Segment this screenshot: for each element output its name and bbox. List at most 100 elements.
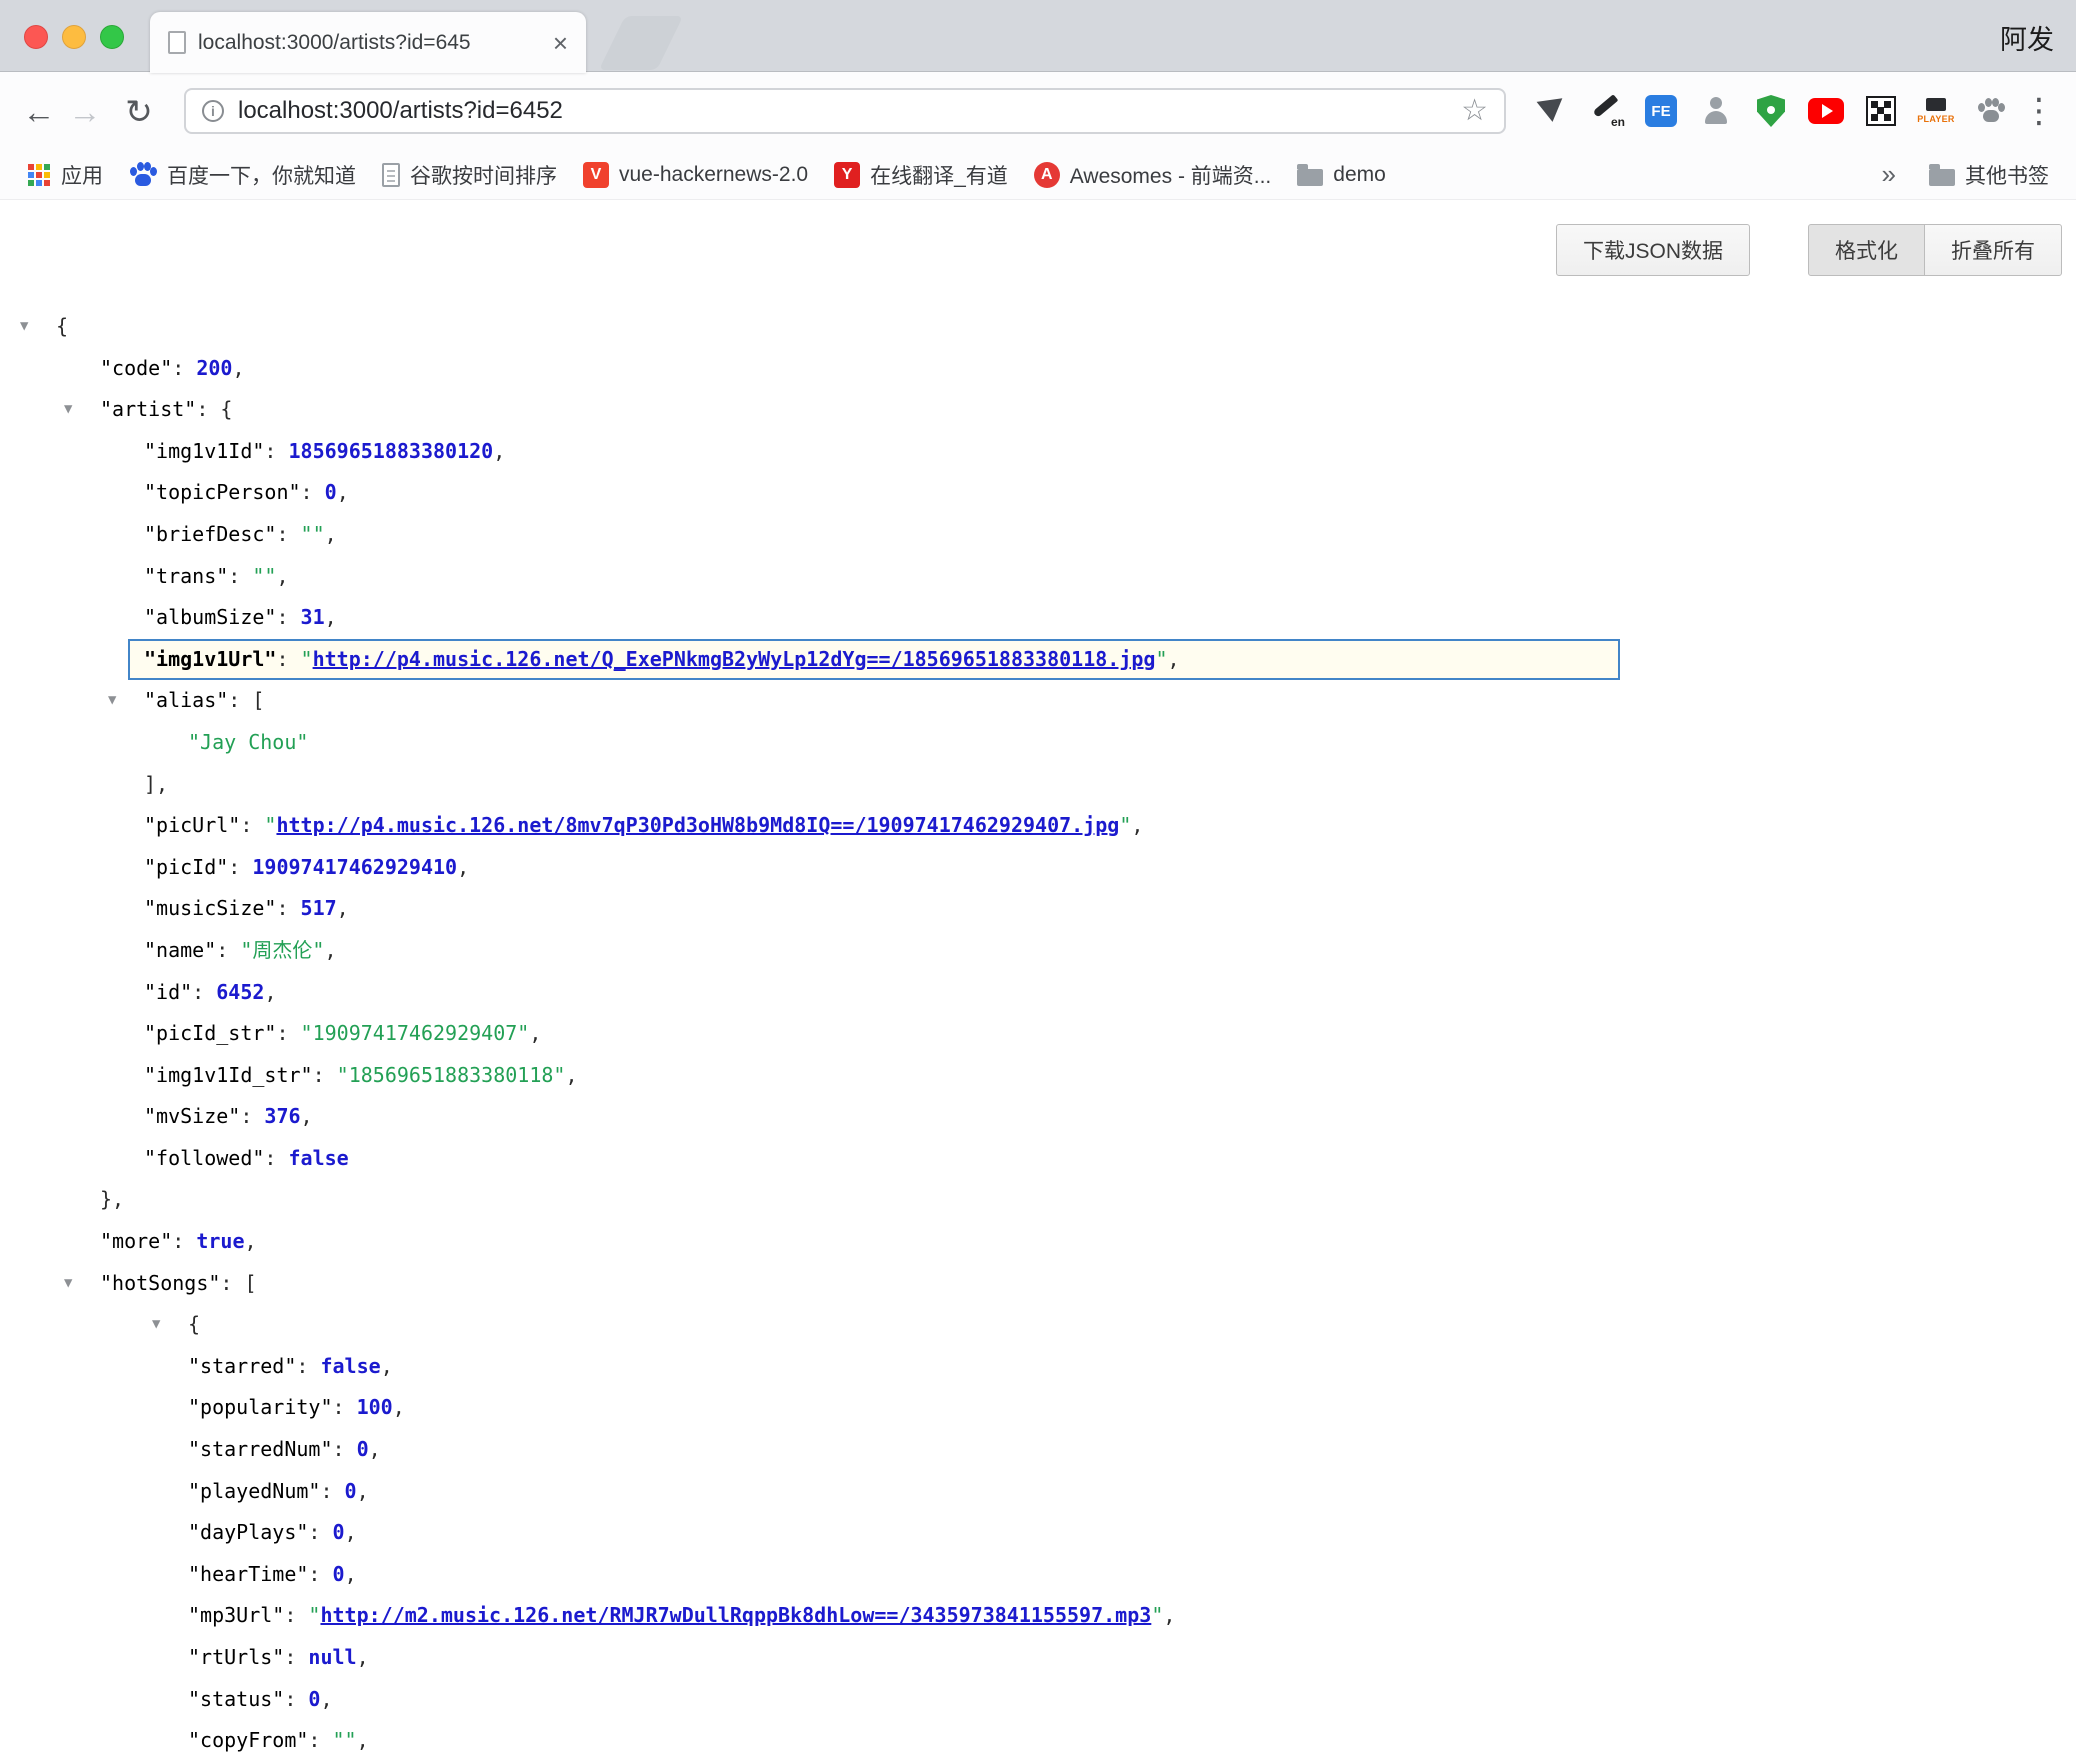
bookmarks-overflow-button[interactable]: » (1862, 159, 1916, 190)
bookmark-item[interactable]: Y在线翻译_有道 (821, 150, 1021, 199)
new-tab-button[interactable] (599, 16, 683, 70)
chrome-menu-button[interactable]: ⋮ (2022, 91, 2054, 131)
json-line-content: "mvSize": 376, (144, 1104, 313, 1128)
back-button[interactable]: ← (16, 95, 62, 128)
collapse-toggle-icon[interactable]: ▼ (64, 389, 72, 431)
shield-icon (1757, 95, 1785, 127)
download-json-button[interactable]: 下载JSON数据 (1556, 224, 1750, 276)
bookmark-item[interactable]: 百度一下，你就知道 (116, 150, 369, 199)
url-text[interactable]: localhost:3000/artists?id=6452 (238, 97, 563, 125)
letter-badge-icon: Y (834, 162, 860, 188)
json-line-content: "rtUrls": null, (188, 1645, 369, 1669)
forward-button[interactable]: → (62, 95, 108, 128)
json-line-content: "hearTime": 0, (188, 1562, 357, 1586)
extensions-row: en FE PLAYER (1532, 92, 2010, 130)
json-line: ▼{ (0, 306, 2076, 348)
json-line-content: "status": 0, (188, 1687, 333, 1711)
json-line-content: "trans": "", (144, 564, 289, 588)
collapse-all-button[interactable]: 折叠所有 (1924, 224, 2062, 276)
close-window-button[interactable] (24, 25, 48, 49)
profile-name[interactable]: 阿发 (2000, 18, 2054, 57)
bookmarks-list: 应用百度一下，你就知道谷歌按时间排序Vvue-hackernews-2.0Y在线… (14, 150, 1399, 199)
fe-extension-button[interactable]: FE (1642, 92, 1680, 130)
zoom-window-button[interactable] (100, 25, 124, 49)
json-line: "picUrl": "http://p4.music.126.net/8mv7q… (0, 805, 2076, 847)
other-bookmarks-button[interactable]: 其他书签 (1916, 160, 2062, 190)
bookmark-item[interactable]: demo (1284, 150, 1399, 199)
profile-extension-button[interactable] (1697, 92, 1735, 130)
bookmark-item[interactable]: A Awesomes - 前端资... (1021, 150, 1285, 199)
youdao-dict-extension-button[interactable]: en (1587, 92, 1625, 130)
json-line-content: "musicSize": 517, (144, 896, 349, 920)
json-line: "topicPerson": 0, (0, 472, 2076, 514)
collapse-toggle-icon[interactable]: ▼ (152, 1304, 160, 1346)
document-icon (382, 163, 400, 187)
json-line: "picId_str": "19097417462929407", (0, 1013, 2076, 1055)
json-url-link[interactable]: http://p4.music.126.net/Q_ExePNkmgB2yWyL… (313, 647, 1156, 671)
apps-grid-icon (27, 163, 51, 187)
json-line-content: "hotSongs": [ (100, 1271, 257, 1295)
json-line: "starred": false, (0, 1346, 2076, 1388)
json-line-content: "starredNum": 0, (188, 1437, 381, 1461)
collapse-toggle-icon[interactable]: ▼ (20, 306, 28, 348)
qr-code-extension-button[interactable] (1862, 92, 1900, 130)
collapse-toggle-icon[interactable]: ▼ (64, 1263, 72, 1305)
json-line-content: "picUrl": "http://p4.music.126.net/8mv7q… (144, 813, 1143, 837)
address-bar[interactable]: localhost:3000/artists?id=6452 ☆ (184, 88, 1506, 134)
pen-en-label: en (1611, 115, 1625, 129)
json-line: "img1v1Id": 18569651883380120, (0, 431, 2076, 473)
bookmark-star-icon[interactable]: ☆ (1461, 96, 1488, 126)
pen-icon: en (1588, 93, 1624, 129)
json-line-content: }, (100, 1187, 124, 1211)
json-line: "more": true, (0, 1221, 2076, 1263)
youtube-extension-button[interactable] (1807, 92, 1845, 130)
json-url-link[interactable]: http://m2.music.126.net/RMJR7wDullRqppBk… (320, 1603, 1151, 1627)
json-line: ▼{ (0, 1304, 2076, 1346)
letter-round-icon: A (1034, 162, 1060, 188)
json-line: "followed": false (0, 1138, 2076, 1180)
collapse-toggle-icon[interactable]: ▼ (108, 680, 116, 722)
bookmark-item[interactable]: 应用 (14, 150, 116, 199)
tab-close-icon[interactable]: × (553, 30, 568, 56)
vimium-extension-button[interactable] (1532, 92, 1570, 130)
bookmark-label: 应用 (61, 160, 103, 190)
player-label: PLAYER (1917, 114, 1954, 124)
vimium-icon (1537, 98, 1566, 123)
youtube-play-icon (1808, 98, 1844, 124)
json-line: "picId": 19097417462929410, (0, 847, 2076, 889)
bookmark-item[interactable]: Vvue-hackernews-2.0 (570, 150, 821, 199)
json-line: "code": 200, (0, 348, 2076, 390)
json-line: }, (0, 1179, 2076, 1221)
other-bookmarks-label: 其他书签 (1965, 160, 2049, 190)
json-line: "copyFrom": "", (0, 1720, 2076, 1754)
json-line: "playedNum": 0, (0, 1471, 2076, 1513)
person-icon (1701, 95, 1731, 127)
letter-badge-icon: V (583, 162, 609, 188)
json-line-content: "dayPlays": 0, (188, 1520, 357, 1544)
json-line-content: ], (144, 772, 168, 796)
json-line-content: "code": 200, (100, 356, 245, 380)
bookmarks-right: » 其他书签 (1862, 159, 2062, 190)
shield-extension-button[interactable] (1752, 92, 1790, 130)
json-line-content: "Jay Chou" (188, 730, 308, 754)
json-line-content: "more": true, (100, 1229, 257, 1253)
site-info-icon[interactable] (202, 100, 224, 122)
json-line: "hearTime": 0, (0, 1554, 2076, 1596)
paw-icon (1977, 98, 2005, 124)
bookmark-label: Awesomes - 前端资... (1070, 160, 1272, 190)
reload-button[interactable]: ↻ (116, 95, 162, 128)
format-button[interactable]: 格式化 (1808, 224, 1925, 276)
json-line: "name": "周杰伦", (0, 930, 2076, 972)
bookmark-item[interactable]: 谷歌按时间排序 (369, 150, 570, 199)
json-line: "albumSize": 31, (0, 597, 2076, 639)
browser-toolbar: ← → ↻ localhost:3000/artists?id=6452 ☆ e… (0, 72, 2076, 150)
folder-icon (1297, 169, 1323, 186)
paw-extension-button[interactable] (1972, 92, 2010, 130)
json-line-content: "picId": 19097417462929410, (144, 855, 469, 879)
browser-tab[interactable]: localhost:3000/artists?id=645 × (150, 12, 586, 73)
minimize-window-button[interactable] (62, 25, 86, 49)
json-line: "rtUrls": null, (0, 1637, 2076, 1679)
json-url-link[interactable]: http://p4.music.126.net/8mv7qP30Pd3oHW8b… (276, 813, 1119, 837)
json-line: "trans": "", (0, 556, 2076, 598)
player-extension-button[interactable]: PLAYER (1917, 92, 1955, 130)
